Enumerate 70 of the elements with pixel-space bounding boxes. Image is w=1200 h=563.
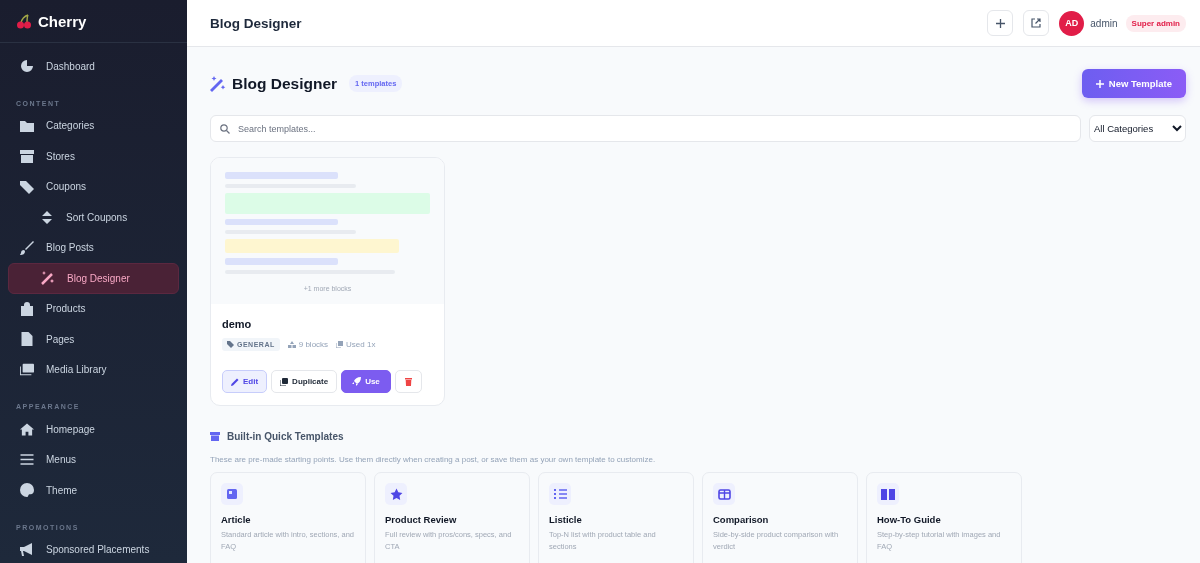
- sidebar-item[interactable]: Menus: [8, 444, 179, 475]
- copy-icon: [336, 341, 344, 348]
- user-name: admin: [1090, 17, 1118, 29]
- sidebar-item[interactable]: Coupons: [8, 171, 179, 202]
- edit-button[interactable]: Edit: [222, 370, 268, 393]
- add-button[interactable]: [987, 10, 1014, 36]
- brush-icon: [20, 240, 34, 255]
- menu-icon: [20, 454, 34, 466]
- folder-icon: [20, 119, 34, 132]
- page-title: Blog Designer: [210, 15, 303, 31]
- shapes-icon: [287, 341, 296, 348]
- copy-icon: [280, 377, 289, 386]
- sidebar-item[interactable]: Categories: [8, 110, 179, 141]
- page-heading: Blog Designer: [232, 74, 338, 93]
- block-count: 9 blocks: [298, 340, 329, 349]
- template-name: demo: [222, 318, 253, 330]
- palette-icon: [20, 483, 34, 498]
- megaphone-icon: [20, 543, 34, 557]
- user-avatar[interactable]: AD: [1059, 10, 1085, 36]
- sidebar-item[interactable]: Dashboard: [8, 51, 179, 82]
- search-field[interactable]: Search templates...: [210, 115, 1081, 142]
- usage-count: Used 1x: [346, 340, 376, 349]
- quick-template-title: Comparison: [713, 514, 770, 525]
- tag-icon: [227, 341, 234, 348]
- use-button[interactable]: Use: [341, 370, 391, 393]
- list-icon: [549, 483, 571, 505]
- plus-icon: [995, 18, 1005, 28]
- book-icon: [877, 483, 899, 505]
- pencil-icon: [231, 377, 239, 386]
- app-name: Cherry: [38, 12, 87, 30]
- category-dropdown[interactable]: All Categories: [1089, 115, 1186, 142]
- home-icon: [20, 422, 34, 436]
- sidebar-item[interactable]: Homepage: [8, 414, 179, 445]
- document-icon: [20, 332, 34, 347]
- box-icon: [210, 432, 220, 441]
- sidebar-item[interactable]: Blog Posts: [8, 232, 179, 263]
- delete-button[interactable]: [394, 370, 422, 393]
- quick-template-title: How-To Guide: [877, 514, 942, 525]
- images-icon: [20, 363, 34, 377]
- store-icon: [20, 149, 34, 163]
- sort-icon: [40, 210, 54, 224]
- pie-chart-icon: [20, 59, 34, 74]
- columns-icon: [713, 483, 735, 505]
- sidebar-item[interactable]: Theme: [8, 475, 179, 506]
- magic-wand-icon: [210, 75, 226, 92]
- sidebar-item[interactable]: Sponsored Placements: [8, 534, 179, 563]
- quick-template-title: Listicle: [549, 514, 583, 525]
- quick-template-title: Product Review: [385, 514, 458, 525]
- sidebar-item[interactable]: Products: [8, 293, 179, 324]
- sidebar-item[interactable]: Pages: [8, 324, 179, 355]
- section-title: Built-in Quick Templates: [227, 431, 344, 442]
- external-link-icon: [1031, 18, 1042, 28]
- new-template-button[interactable]: New Template: [1081, 69, 1186, 98]
- quick-template-title: Article: [221, 514, 252, 525]
- open-site-button[interactable]: [1023, 10, 1050, 36]
- sidebar-item[interactable]: Sort Coupons: [8, 202, 179, 233]
- trash-icon: [404, 377, 412, 386]
- sidebar-item[interactable]: Stores: [8, 141, 179, 172]
- sidebar-item[interactable]: Media Library: [8, 354, 179, 385]
- tag-icon: [20, 179, 34, 194]
- rocket-icon: [352, 377, 362, 386]
- shopping-bag-icon: [20, 301, 34, 316]
- newspaper-icon: [221, 483, 243, 505]
- role-badge: Super admin: [1125, 14, 1186, 32]
- section-description: These are pre-made starting points. Use them directly when creating a post, or save them as your own template to customize.: [210, 455, 657, 464]
- plus-icon: [1095, 79, 1104, 88]
- sidebar-item[interactable]: Blog Designer: [8, 263, 179, 294]
- duplicate-button[interactable]: Duplicate: [271, 370, 338, 393]
- magic-wand-icon: [41, 271, 55, 286]
- cherry-logo-icon: [16, 13, 32, 29]
